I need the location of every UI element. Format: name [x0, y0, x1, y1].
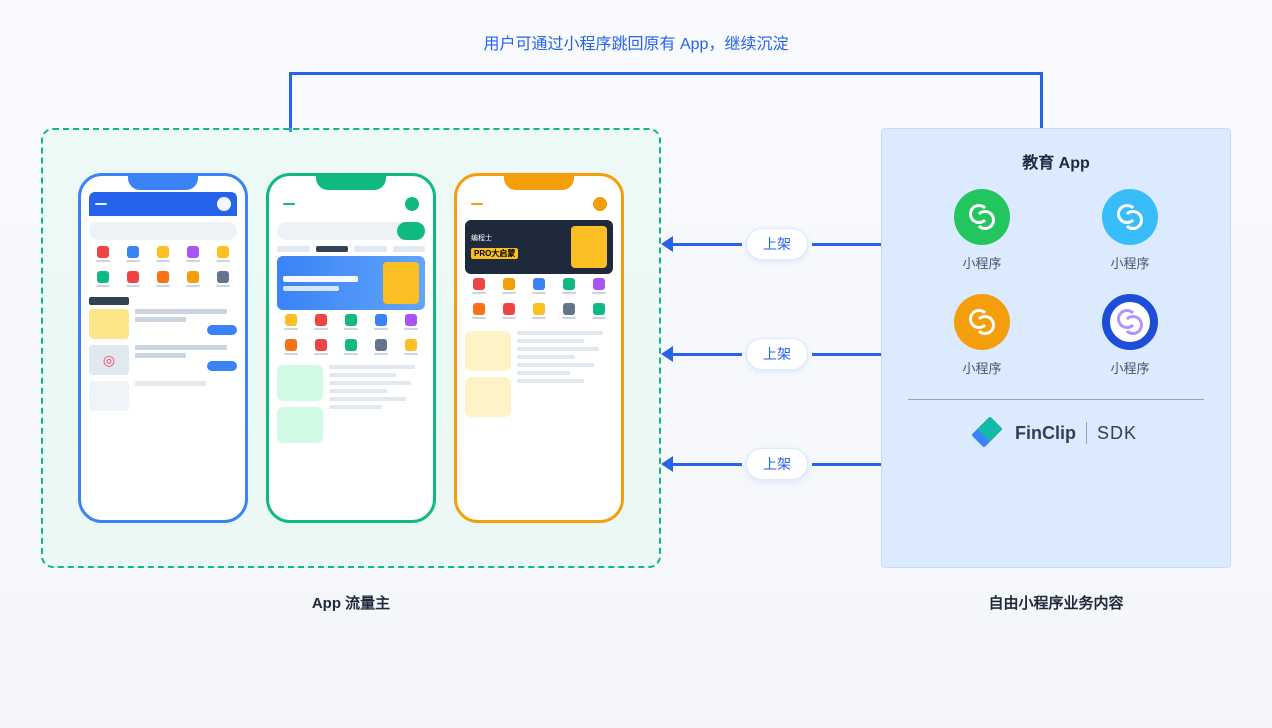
arrow-label: 上架: [746, 228, 808, 260]
phone-mock-orange: 编程士 PRO大启蒙: [454, 173, 624, 523]
bottom-label-left: App 流量主: [41, 592, 661, 613]
avatar-icon: [593, 197, 607, 211]
divider: [908, 399, 1204, 400]
bottom-label-right: 自由小程序业务内容: [881, 592, 1231, 613]
right-panel-education-app: 教育 App 小程序 小程序 小程序 小程序: [881, 128, 1231, 568]
course-item: [89, 345, 237, 375]
banner: [277, 256, 425, 310]
right-panel-title: 教育 App: [898, 149, 1214, 173]
course-item: [89, 381, 237, 411]
miniprogram-item: 小程序: [918, 189, 1046, 272]
miniprogram-item: 小程序: [1066, 294, 1194, 377]
miniprogram-item: 小程序: [1066, 189, 1194, 272]
top-description: 用户可通过小程序跳回原有 App，继续沉淀: [0, 0, 1272, 54]
flow-arrows: 上架 上架 上架: [661, 128, 881, 568]
miniprogram-icon: [954, 294, 1010, 350]
miniprogram-item: 小程序: [918, 294, 1046, 377]
banner: 编程士 PRO大启蒙: [465, 220, 613, 274]
finclip-logo-icon: [975, 418, 1005, 448]
section-title: [89, 297, 129, 305]
miniprogram-icon: [954, 189, 1010, 245]
phone-mock-blue: [78, 173, 248, 523]
avatar-icon: [217, 197, 231, 211]
arrow-label: 上架: [746, 338, 808, 370]
arrow-label: 上架: [746, 448, 808, 480]
avatar-icon: [405, 197, 419, 211]
arrow-left-icon: [661, 456, 673, 472]
arrow-left-icon: [661, 236, 673, 252]
diagram: 编程士 PRO大启蒙: [41, 66, 1231, 613]
miniprogram-icon: [1102, 189, 1158, 245]
phone-mock-green: [266, 173, 436, 523]
left-panel-app-host: 编程士 PRO大启蒙: [41, 128, 661, 568]
miniprogram-icon: [1102, 294, 1158, 350]
sdk-label: FinClip SDK: [898, 418, 1214, 448]
course-item: [89, 309, 237, 339]
menu-icon: [283, 203, 295, 205]
arrow-left-icon: [661, 346, 673, 362]
search-bar: [89, 222, 237, 240]
menu-icon: [471, 203, 483, 205]
menu-icon: [95, 203, 107, 205]
